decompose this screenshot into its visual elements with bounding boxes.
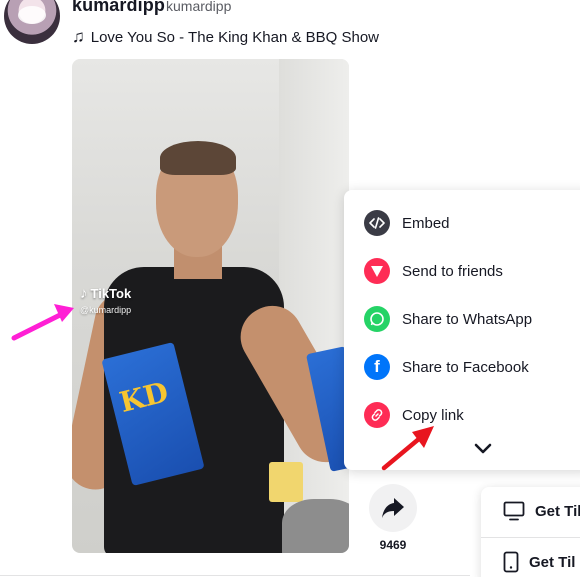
mobile-icon [503,551,519,573]
desktop-icon [503,501,525,521]
send-icon [364,258,390,284]
share-send-to-friends[interactable]: Send to friends [364,256,503,286]
share-send-label: Send to friends [402,262,503,280]
get-app-panel: Get Til Get Til [481,487,580,577]
get-mobile-label: Get Til [529,553,576,571]
get-mobile-app[interactable]: Get Til [503,551,575,573]
whatsapp-icon [364,306,390,332]
annotation-arrow-red [381,426,434,471]
get-desktop-app[interactable]: Get Til [503,501,580,521]
share-whatsapp[interactable]: Share to WhatsApp [364,304,532,334]
tiktok-logo-icon: ♪ [80,285,88,302]
share-arrow-icon [382,498,404,518]
divider [0,575,470,576]
watermark-brand: TikTok [90,286,132,301]
avatar[interactable] [4,0,60,44]
tiktok-watermark: ♪ TikTok @kumardipp [80,285,131,315]
username[interactable]: kumardipp [72,0,165,16]
annotation-arrow-magenta [11,304,74,341]
get-desktop-label: Get Til [535,502,580,520]
music-note-icon: ♫ [72,27,85,46]
divider [481,537,580,538]
share-button[interactable] [369,484,417,532]
share-facebook-label: Share to Facebook [402,358,529,376]
watermark-handle: @kumardipp [80,305,132,315]
video-player[interactable]: KD ♪ TikTok @kumardipp [72,59,349,553]
nickname[interactable]: kumardipp [166,0,231,14]
facebook-icon: f [364,354,390,380]
share-embed[interactable]: Embed [364,208,450,238]
share-embed-label: Embed [402,214,450,232]
music-title: Love You So - The King Khan & BBQ Show [90,28,380,46]
embed-icon [364,210,390,236]
share-count: 9469 [379,538,407,552]
music-link[interactable]: ♫ Love You So - The King Khan & BBQ Show [72,27,379,47]
chevron-down-icon[interactable] [474,442,492,456]
share-facebook[interactable]: f Share to Facebook [364,352,529,382]
share-whatsapp-label: Share to WhatsApp [402,310,533,328]
